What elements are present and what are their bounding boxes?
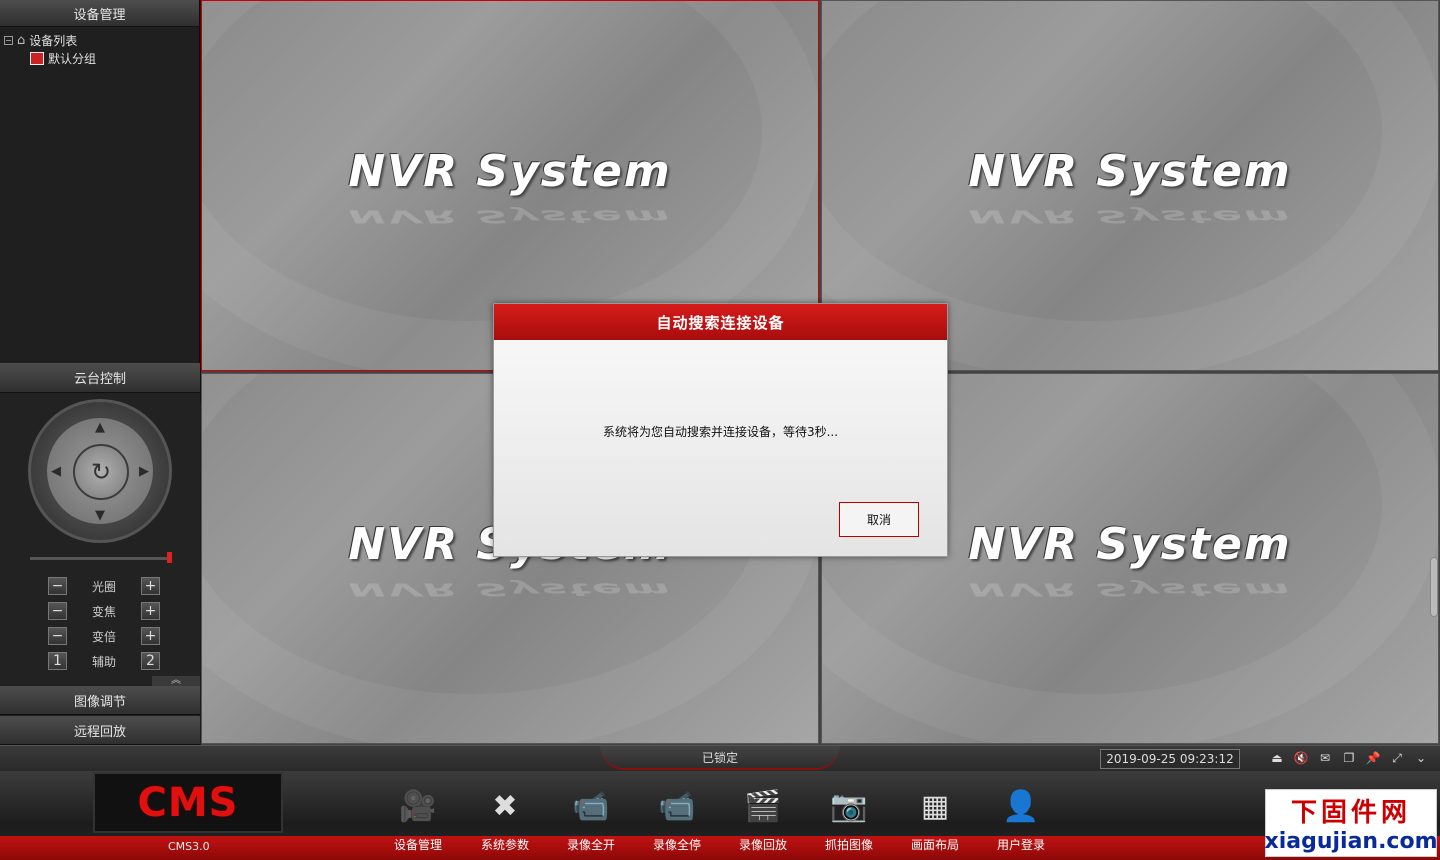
- ctrl-row-zoom: − 变倍 +: [48, 626, 160, 646]
- layout-icon: ▦: [920, 788, 950, 824]
- camera-icon: 📷: [830, 788, 868, 824]
- windows-icon[interactable]: ❐: [1340, 749, 1358, 767]
- focus-minus-button[interactable]: −: [48, 602, 67, 620]
- image-adjust-header[interactable]: 图像调节: [0, 686, 200, 715]
- cms-app: 设备管理 − ⌂ 设备列表 默认分组 云台控制 ▲ ▼ ◀ ▶ ↻ − 光圈 +…: [0, 0, 1440, 860]
- device-mgmt-title: 设备管理: [73, 7, 126, 23]
- iris-label: 光圈: [91, 579, 116, 594]
- record-playback-button[interactable]: 🎬 录像回放: [725, 786, 801, 858]
- watermark: 下固件网 xiagujian.com: [1264, 789, 1438, 857]
- ptz-title: 云台控制: [73, 372, 126, 387]
- device-manage-button[interactable]: 🎥 设备管理: [380, 786, 456, 858]
- left-panel: 设备管理 − ⌂ 设备列表 默认分组 云台控制 ▲ ▼ ◀ ▶ ↻ − 光圈 +…: [0, 0, 200, 745]
- zoom-minus-button[interactable]: −: [48, 627, 67, 645]
- tool-label: 抓拍图像: [824, 838, 873, 852]
- focus-label: 变焦: [91, 604, 116, 619]
- cms-logo: CMS: [93, 772, 283, 833]
- fullscreen-icon[interactable]: ⤢: [1388, 749, 1406, 767]
- status-icons: ⏏ 🔇 ✉ ❐ 📌 ⤢ ⌄: [1268, 749, 1430, 767]
- ptz-speed-handle[interactable]: [167, 552, 172, 563]
- tools-icon: ✖: [492, 788, 518, 824]
- tree-default-group[interactable]: 默认分组: [4, 49, 195, 67]
- watermark-url: xiagujian.com: [1264, 829, 1438, 854]
- eject-icon[interactable]: ⏏: [1268, 749, 1286, 767]
- user-icon: 👤: [1002, 788, 1040, 824]
- lock-status[interactable]: 已锁定: [600, 746, 840, 770]
- ptz-collapse-icon[interactable]: ︽: [152, 676, 200, 686]
- ptz-speed-slider[interactable]: [30, 552, 172, 563]
- zoom-plus-button[interactable]: +: [140, 627, 160, 645]
- ptz-joystick[interactable]: ▲ ▼ ◀ ▶ ↻: [28, 399, 172, 543]
- ptz-left-icon[interactable]: ◀: [51, 464, 61, 479]
- cms-version: CMS3.0: [168, 840, 210, 853]
- image-adjust-title: 图像调节: [73, 694, 126, 710]
- cell-logo-reflection: NVR System: [348, 206, 672, 227]
- tree-root-label: 设备列表: [29, 33, 78, 48]
- cancel-button[interactable]: 取消: [839, 502, 919, 537]
- watermark-cn: 下固件网: [1290, 798, 1411, 828]
- tree-child-label: 默认分组: [48, 51, 97, 66]
- clapper-icon: 🎬: [744, 788, 782, 824]
- mail-icon[interactable]: ✉: [1316, 749, 1334, 767]
- aux-2-button[interactable]: 2: [140, 652, 160, 670]
- record-all-stop-button[interactable]: 📹 录像全停: [639, 786, 715, 858]
- tool-label: 录像全开: [566, 838, 615, 852]
- bottom-red-strip: [0, 836, 1440, 860]
- cell-logo-reflection: NVR System: [348, 579, 672, 600]
- chevron-down-icon[interactable]: ⌄: [1412, 749, 1430, 767]
- aux-1-button[interactable]: 1: [48, 652, 67, 670]
- dialog-title: 自动搜索连接设备: [494, 304, 947, 340]
- layout-button[interactable]: ▦ 画面布局: [897, 786, 973, 858]
- tree-root[interactable]: − ⌂ 设备列表: [4, 31, 195, 49]
- remote-playback-title: 远程回放: [73, 724, 126, 740]
- tree-collapse-icon[interactable]: −: [4, 35, 13, 45]
- cell-logo: NVR System: [348, 146, 672, 197]
- device-manage-icon: 🎥: [399, 788, 437, 824]
- cell-logo-reflection: NVR System: [968, 206, 1292, 227]
- cell-logo: NVR System: [968, 146, 1292, 197]
- home-icon: ⌂: [17, 32, 26, 48]
- auto-search-dialog: 自动搜索连接设备 系统将为您自动搜索并连接设备，等待3秒... 取消: [493, 303, 948, 557]
- record-all-on-button[interactable]: 📹 录像全开: [553, 786, 629, 858]
- tool-label: 系统参数: [480, 838, 529, 852]
- ptz-header[interactable]: 云台控制: [0, 363, 200, 393]
- scrollbar-thumb[interactable]: [1430, 557, 1438, 617]
- ptz-down-icon[interactable]: ▼: [95, 508, 105, 523]
- remote-playback-header[interactable]: 远程回放: [0, 716, 200, 745]
- user-login-button[interactable]: 👤 用户登录: [983, 786, 1059, 858]
- ptz-right-icon[interactable]: ▶: [139, 464, 149, 479]
- zoom-label: 变倍: [91, 629, 116, 644]
- iris-minus-button[interactable]: −: [48, 577, 67, 595]
- system-params-button[interactable]: ✖ 系统参数: [467, 786, 543, 858]
- group-icon: [30, 51, 44, 65]
- ctrl-row-iris: − 光圈 +: [48, 576, 160, 596]
- tool-label: 用户登录: [996, 838, 1045, 852]
- pin-icon[interactable]: 📌: [1364, 749, 1382, 767]
- record-all-on-icon: 📹: [572, 788, 610, 824]
- focus-plus-button[interactable]: +: [140, 602, 160, 620]
- cms-logo-text: CMS: [137, 779, 239, 826]
- ptz-panel: ▲ ▼ ◀ ▶ ↻ − 光圈 + − 变焦 + − 变倍 + 1 辅助 2 ︽: [0, 393, 200, 686]
- cell-logo-reflection: NVR System: [968, 579, 1292, 600]
- status-bar: 已锁定 2019-09-25 09:23:12 ⏏ 🔇 ✉ ❐ 📌 ⤢ ⌄: [0, 745, 1440, 771]
- mute-icon[interactable]: 🔇: [1292, 749, 1310, 767]
- tool-label: 画面布局: [910, 838, 959, 852]
- iris-plus-button[interactable]: +: [140, 577, 160, 595]
- ctrl-row-focus: − 变焦 +: [48, 601, 160, 621]
- ctrl-row-aux: 1 辅助 2: [48, 651, 160, 671]
- dialog-message: 系统将为您自动搜索并连接设备，等待3秒...: [602, 425, 839, 439]
- device-mgmt-header[interactable]: 设备管理: [0, 0, 199, 27]
- tool-label: 录像全停: [652, 838, 701, 852]
- record-all-stop-icon: 📹: [658, 788, 696, 824]
- ptz-up-icon[interactable]: ▲: [95, 420, 105, 435]
- datetime-display: 2019-09-25 09:23:12: [1100, 749, 1240, 769]
- ptz-auto-rotate-icon[interactable]: ↻: [73, 444, 129, 500]
- aux-label: 辅助: [91, 654, 116, 669]
- device-tree: − ⌂ 设备列表 默认分组: [0, 27, 199, 362]
- tool-label: 录像回放: [738, 838, 787, 852]
- tool-label: 设备管理: [393, 838, 442, 852]
- snapshot-button[interactable]: 📷 抓拍图像: [811, 786, 887, 858]
